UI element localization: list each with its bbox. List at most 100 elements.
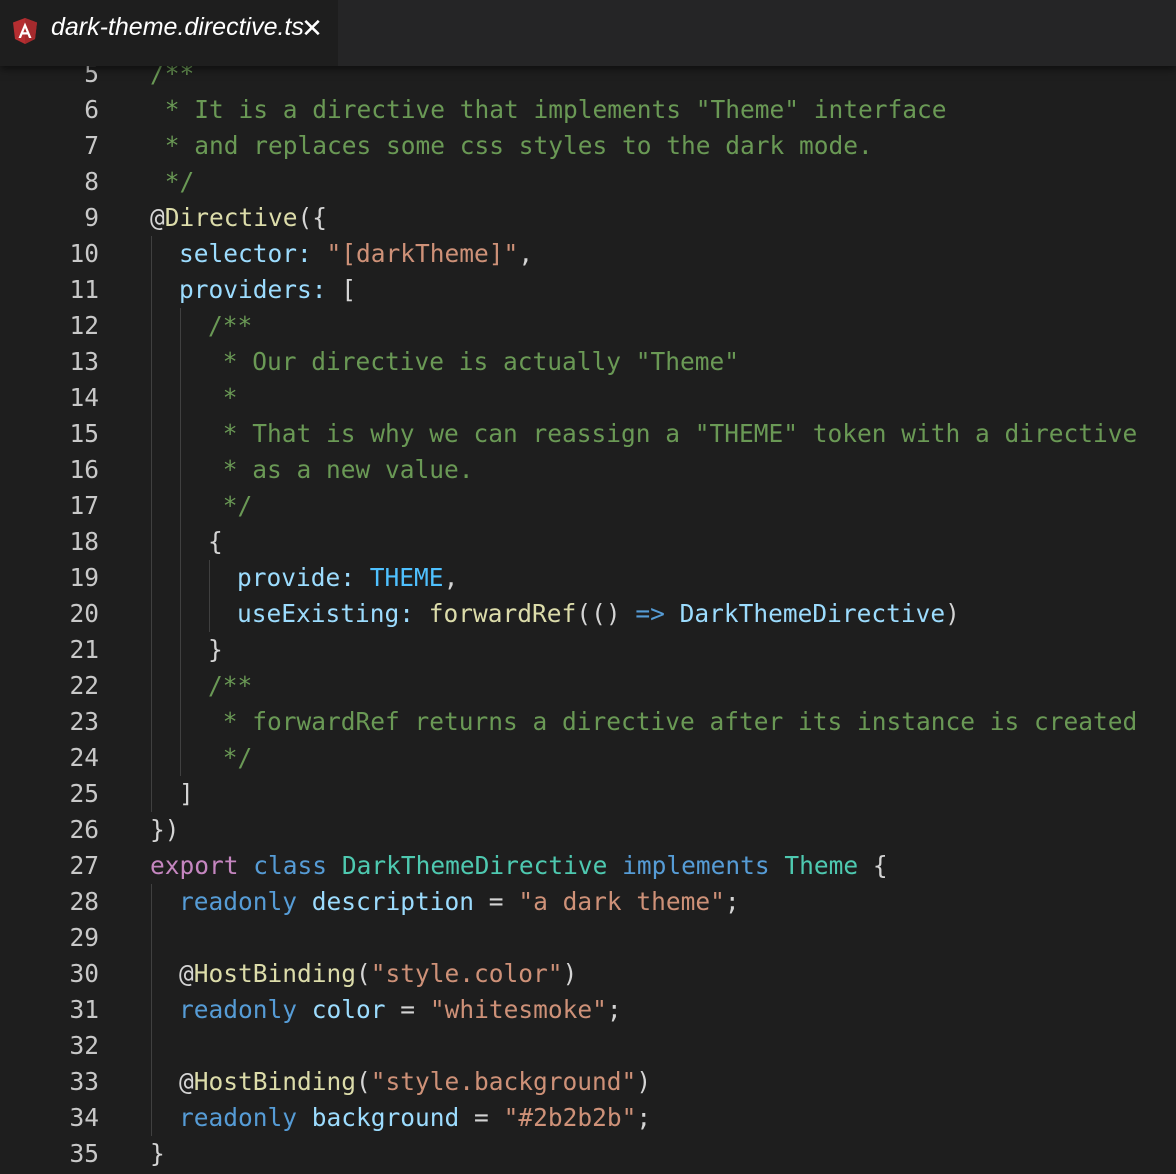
code-token: @ [179,959,194,988]
code-token: ] [179,779,194,808]
code-token: (() [576,599,636,628]
line-number: 25 [69,779,99,808]
code-line: 9 @Directive({ [0,200,1176,236]
code-line: 20 useExisting: forwardRef(() => DarkThem… [0,596,1176,632]
code-text: * and replaces some css styles to the da… [150,128,873,164]
code-token: * Our directive is actually "Theme" [208,347,740,376]
code-token: DarkThemeDirective [679,599,946,628]
code-text: * [208,380,238,416]
code-token: @ [150,203,165,232]
indent-guide [151,272,152,308]
line-number: 10 [69,239,99,268]
code-token: DarkThemeDirective [341,851,608,880]
line-number: 14 [69,383,99,412]
indent-guide [151,776,152,812]
indent-guide [151,632,152,668]
code-line: 24 */ [0,740,1176,776]
line-number: 35 [69,1139,99,1168]
code-token: /** [208,671,253,700]
indent-guide [151,596,152,632]
code-token: */ [208,743,253,772]
line-number: 22 [69,671,99,700]
code-token: [ [326,275,357,304]
code-text: @Directive({ [150,200,327,236]
code-line: 28 readonly description = "a dark theme"; [0,884,1176,920]
code-token: selector [179,239,298,268]
code-token: */ [208,491,253,520]
code-text: provide: THEME, [237,560,458,596]
code-token: ({ [297,203,328,232]
line-number: 19 [69,563,99,592]
code-line: 18 { [0,524,1176,560]
indent-guide [151,740,152,776]
code-token: HostBinding [193,1067,357,1096]
indent-guide [151,344,152,380]
indent-guide [180,308,181,344]
code-text: */ [208,740,253,776]
angular-icon [13,18,37,44]
code-token: } [150,1139,165,1168]
indent-guide [180,668,181,704]
code-token: implements [622,851,770,880]
indent-guide [180,740,181,776]
indent-guide [151,380,152,416]
line-number: 29 [69,923,99,952]
code-editor[interactable]: 5/** 6 * It is a directive that implement… [0,56,1176,1174]
code-text: */ [150,164,195,200]
line-number: 24 [69,743,99,772]
code-token: readonly [179,1103,298,1132]
code-line: 17 */ [0,488,1176,524]
indent-guide [209,596,210,632]
code-line: 15 * That is why we can reassign a "THEM… [0,416,1176,452]
line-number: 9 [84,203,99,232]
code-token: Directive [164,203,298,232]
code-token: */ [150,167,195,196]
code-token: * It is a directive that implements "The… [150,95,947,124]
indent-guide [180,704,181,740]
code-token: forwardRef [428,599,577,628]
code-text: } [208,632,223,668]
code-token: ) [945,599,960,628]
indent-guide [151,992,152,1028]
code-line: 22 /** [0,668,1176,704]
indent-guide [180,596,181,632]
indent-guide [180,344,181,380]
code-line: 25] [0,776,1176,812]
code-token: = [474,887,519,916]
code-token: color [311,995,386,1024]
code-line: 27 export class DarkThemeDirective implem… [0,848,1176,884]
code-text: readonly background = "#2b2b2b"; [179,1100,651,1136]
indent-guide [180,632,181,668]
code-line: 30 @HostBinding("style.color") [0,956,1176,992]
code-text: ] [179,776,194,812]
line-number: 7 [84,131,99,160]
close-icon[interactable]: ✕ [298,13,326,45]
code-line: 34 readonly background = "#2b2b2b"; [0,1100,1176,1136]
line-number: 20 [69,599,99,628]
indent-guide [209,560,210,596]
code-text: /** [208,308,252,344]
code-token: "style.color" [370,959,563,988]
code-token: * as a new value. [208,455,474,484]
code-line: 7 * and replaces some css styles to the … [0,128,1176,164]
code-line: 31 readonly color = "whitesmoke"; [0,992,1176,1028]
code-line: 13 * Our directive is actually "Theme" [0,344,1176,380]
indent-guide [180,560,181,596]
code-text: readonly color = "whitesmoke"; [179,992,622,1028]
code-token: : [311,275,327,304]
code-text: * That is why we can reassign a "THEME" … [208,416,1138,452]
code-token: THEME [369,563,444,592]
code-token: = [459,1103,504,1132]
code-text: providers: [ [179,272,356,308]
code-text: * forwardRef returns a directive after i… [208,704,1138,740]
line-number: 23 [69,707,99,736]
indent-guide [180,380,181,416]
code-token: ) [562,959,578,988]
line-number: 31 [69,995,99,1024]
indent-guide [151,920,152,956]
tab-dark-theme-directive[interactable]: dark-theme.directive.ts ✕ [0,0,338,66]
